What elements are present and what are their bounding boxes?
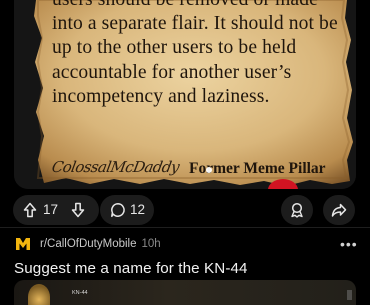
comment-button[interactable]: 12 [100,195,154,225]
parchment-line: accountable for another user’s [52,61,292,83]
parchment-text: users should be removed or made into a s… [52,0,348,109]
post-divider [0,227,370,228]
post-title[interactable]: Suggest me a name for the KN-44 [14,260,248,277]
share-button[interactable] [323,195,355,225]
downvote-icon[interactable] [71,202,85,218]
subreddit-avatar-icon[interactable] [15,236,31,252]
parchment-line: into a separate flair. It should not be [52,13,338,35]
comment-icon [110,202,126,218]
carousel-indicator [206,167,212,173]
vote-control: 17 [13,195,99,225]
post-header: r/CallOfDutyMobile 10h [15,236,161,252]
thumbnail-detail [347,290,352,300]
upvote-icon[interactable] [23,202,37,218]
parchment-line: incompetency and laziness. [52,85,270,107]
post-image[interactable]: users should be removed or made into a s… [14,0,356,189]
parchment-line: users should be removed or made [52,0,348,12]
signature: ColossalMcDaddy [50,158,181,176]
parchment-line: up to the other users to be held [52,37,297,59]
thumbnail-label: KN-44 [72,290,88,296]
more-options-icon[interactable]: ••• [340,236,358,252]
post-action-bar: 17 12 [0,195,370,227]
award-button[interactable] [281,195,313,225]
award-icon [289,202,305,218]
thumbnail-emblem [28,284,50,305]
comment-count: 12 [130,202,146,217]
vote-count: 17 [43,202,59,217]
subreddit-name[interactable]: r/CallOfDutyMobile [40,238,137,250]
post-time: 10h [141,238,161,250]
share-icon [331,202,347,218]
post-thumbnail[interactable]: KN-44 [14,280,356,305]
